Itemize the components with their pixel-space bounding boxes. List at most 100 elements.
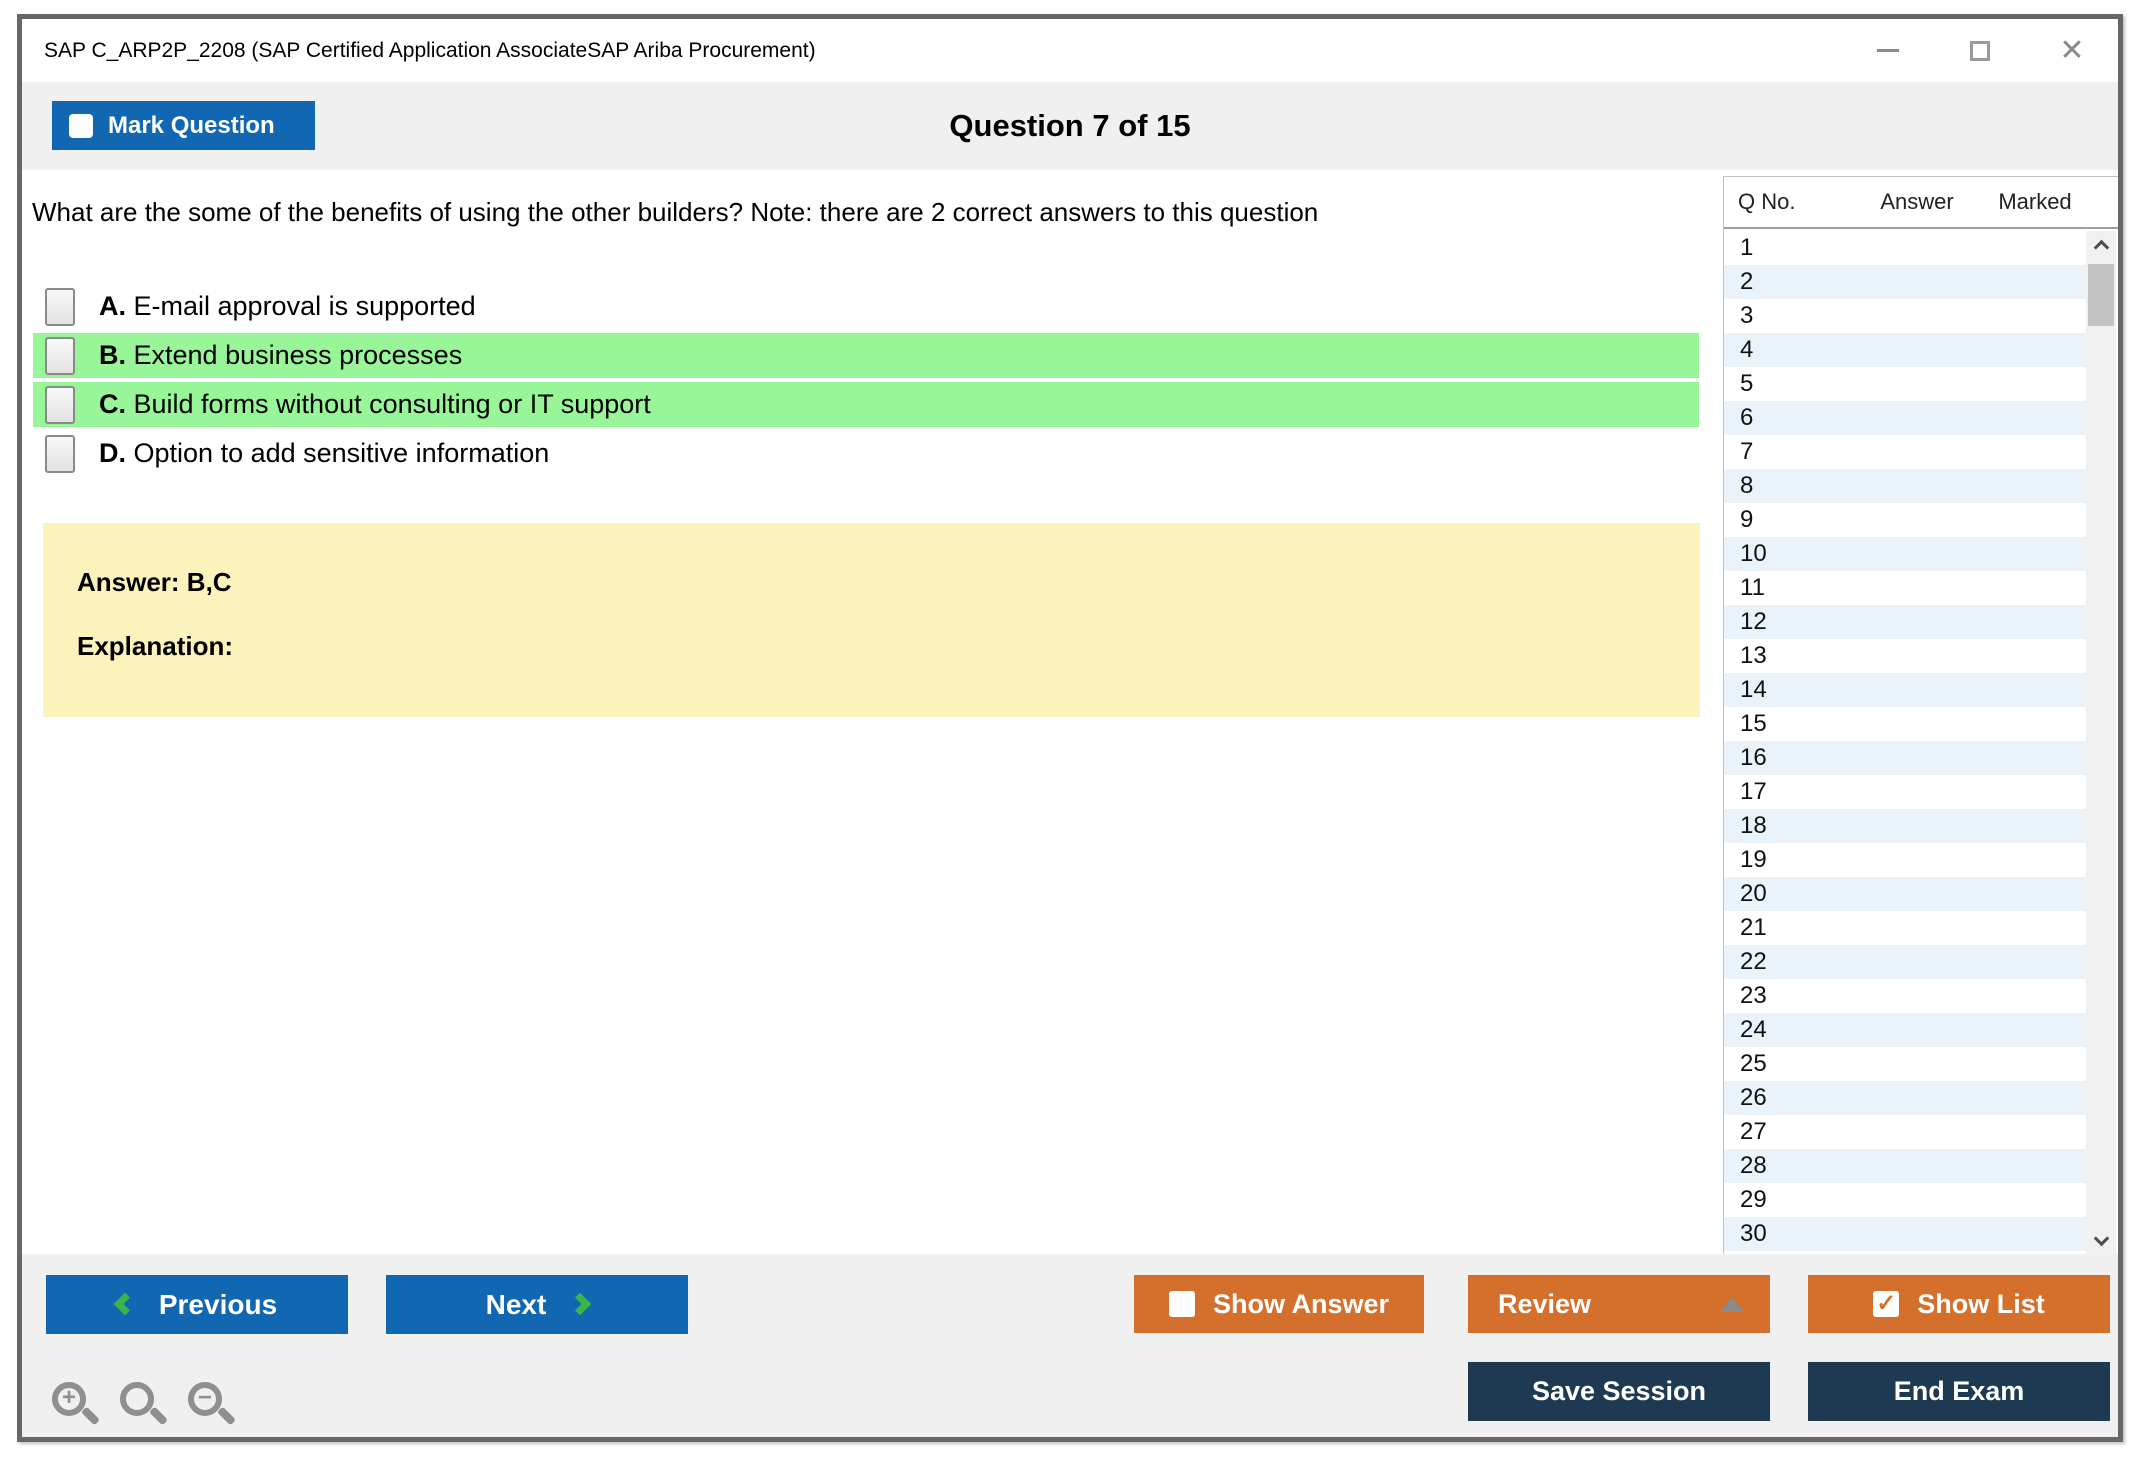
previous-label: Previous <box>158 1288 278 1320</box>
q-no-cell: 3 <box>1740 302 1754 329</box>
option-label: C. Build forms without consulting or IT … <box>99 389 651 419</box>
q-no-cell: 14 <box>1740 676 1767 703</box>
footer-bar: Previous Next + − Show Answer Review ✓ S… <box>22 1254 2118 1437</box>
question-list-row[interactable]: 13 <box>1724 639 2086 673</box>
question-list-row[interactable]: 30 <box>1724 1217 2086 1251</box>
question-list-row[interactable]: 7 <box>1724 435 2086 469</box>
question-list-row[interactable]: 28 <box>1724 1149 2086 1183</box>
window-controls: ✕ <box>1874 19 2086 82</box>
chevron-up-icon <box>2093 239 2109 255</box>
zoom-in-icon[interactable]: + <box>50 1380 102 1432</box>
question-list-row[interactable]: 15 <box>1724 707 2086 741</box>
zoom-out-icon[interactable]: − <box>186 1380 238 1432</box>
checkmark-icon: ✓ <box>1876 1290 1897 1317</box>
q-no-cell: 23 <box>1740 982 1767 1009</box>
q-no-cell: 11 <box>1740 574 1765 601</box>
question-list-row[interactable]: 12 <box>1724 605 2086 639</box>
question-list-row[interactable]: 3 <box>1724 299 2086 333</box>
question-list-panel: Q No. Answer Marked 1 2 3 4 5 6 7 8 9 10 11 12 13 14 1… <box>1723 176 2118 1254</box>
chevron-right-icon <box>569 1292 592 1315</box>
column-header-qno: Q No. <box>1738 189 1796 214</box>
question-list-rows: 1 2 3 4 5 6 7 8 9 10 11 12 13 14 15 16 17 18 19 20 21 22 23 24 2… <box>1724 231 2086 1254</box>
option-row-A[interactable]: A. E-mail approval is supported <box>33 284 1699 329</box>
maximize-icon[interactable] <box>1966 37 1994 65</box>
question-list-row[interactable]: 17 <box>1724 775 2086 809</box>
q-no-cell: 20 <box>1740 880 1767 907</box>
q-no-cell: 8 <box>1740 472 1754 499</box>
q-no-cell: 10 <box>1740 540 1767 567</box>
question-list-row[interactable]: 6 <box>1724 401 2086 435</box>
minimize-icon[interactable] <box>1874 37 1902 65</box>
question-list-row[interactable]: 19 <box>1724 843 2086 877</box>
question-list-row[interactable]: 10 <box>1724 537 2086 571</box>
next-label: Next <box>485 1288 547 1320</box>
question-list-row[interactable]: 2 <box>1724 265 2086 299</box>
q-no-cell: 18 <box>1740 812 1767 839</box>
answer-text: Answer: B,C <box>77 567 232 597</box>
question-list-row[interactable]: 26 <box>1724 1081 2086 1115</box>
previous-button[interactable]: Previous <box>46 1275 348 1334</box>
window-title: SAP C_ARP2P_2208 (SAP Certified Applicat… <box>44 38 816 62</box>
content-area: What are the some of the benefits of usi… <box>22 170 2118 1254</box>
close-icon[interactable]: ✕ <box>2058 35 2086 65</box>
question-list-row[interactable]: 23 <box>1724 979 2086 1013</box>
option-checkbox[interactable] <box>45 336 75 375</box>
triangle-up-icon <box>1720 1296 1744 1312</box>
q-no-cell: 1 <box>1740 234 1754 261</box>
question-counter: Question 7 of 15 <box>949 108 1191 143</box>
question-list-row[interactable]: 24 <box>1724 1013 2086 1047</box>
option-checkbox[interactable] <box>45 287 75 326</box>
exam-window: SAP C_ARP2P_2208 (SAP Certified Applicat… <box>17 14 2123 1442</box>
q-no-cell: 29 <box>1740 1186 1767 1213</box>
question-list-row[interactable]: 5 <box>1724 367 2086 401</box>
q-no-cell: 9 <box>1740 506 1754 533</box>
column-header-marked: Marked <box>1998 189 2072 214</box>
question-list-row[interactable]: 9 <box>1724 503 2086 537</box>
question-list-row[interactable]: 29 <box>1724 1183 2086 1217</box>
mark-question-label: Mark Question <box>108 111 275 139</box>
mark-question-checkbox[interactable] <box>69 113 93 138</box>
question-list-row[interactable]: 22 <box>1724 945 2086 979</box>
option-row-D[interactable]: D. Option to add sensitive information <box>33 431 1699 476</box>
question-list-row[interactable]: 1 <box>1724 231 2086 265</box>
scroll-down-button[interactable] <box>2086 1228 2116 1254</box>
option-label: B. Extend business processes <box>99 340 463 370</box>
review-button[interactable]: Review <box>1468 1275 1770 1333</box>
q-no-cell: 7 <box>1740 438 1754 465</box>
mark-question-button[interactable]: Mark Question <box>52 101 315 150</box>
q-no-cell: 25 <box>1740 1050 1767 1077</box>
scrollbar-track[interactable] <box>2086 257 2116 1228</box>
q-no-cell: 22 <box>1740 948 1767 975</box>
option-checkbox[interactable] <box>45 434 75 473</box>
option-row-C[interactable]: C. Build forms without consulting or IT … <box>33 382 1699 427</box>
save-session-button[interactable]: Save Session <box>1468 1362 1770 1421</box>
zoom-reset-icon[interactable] <box>118 1380 170 1432</box>
question-list-row[interactable]: 16 <box>1724 741 2086 775</box>
question-list-row[interactable]: 27 <box>1724 1115 2086 1149</box>
question-list-row[interactable]: 11 <box>1724 571 2086 605</box>
option-row-B[interactable]: B. Extend business processes <box>33 333 1699 378</box>
show-answer-checkbox[interactable] <box>1168 1291 1195 1317</box>
scrollbar-thumb[interactable] <box>2088 264 2114 326</box>
show-list-button[interactable]: ✓ Show List <box>1808 1275 2110 1333</box>
scroll-up-button[interactable] <box>2086 231 2116 257</box>
option-label: D. Option to add sensitive information <box>99 438 550 468</box>
question-list-row[interactable]: 25 <box>1724 1047 2086 1081</box>
end-exam-button[interactable]: End Exam <box>1808 1362 2110 1421</box>
option-checkbox[interactable] <box>45 385 75 424</box>
question-list-row[interactable]: 18 <box>1724 809 2086 843</box>
question-list-scrollbar[interactable] <box>2086 231 2116 1254</box>
question-list-row[interactable]: 14 <box>1724 673 2086 707</box>
question-list-row[interactable]: 4 <box>1724 333 2086 367</box>
q-no-cell: 27 <box>1740 1118 1767 1145</box>
q-no-cell: 12 <box>1740 608 1767 635</box>
show-list-checkbox[interactable]: ✓ <box>1873 1290 1900 1317</box>
question-list-row[interactable]: 20 <box>1724 877 2086 911</box>
question-list-row[interactable]: 8 <box>1724 469 2086 503</box>
explanation-text: Explanation: <box>77 631 234 661</box>
question-list-row[interactable]: 21 <box>1724 911 2086 945</box>
show-answer-button[interactable]: Show Answer <box>1134 1275 1424 1333</box>
q-no-cell: 13 <box>1740 642 1767 669</box>
next-button[interactable]: Next <box>386 1275 688 1334</box>
q-no-cell: 24 <box>1740 1016 1767 1043</box>
